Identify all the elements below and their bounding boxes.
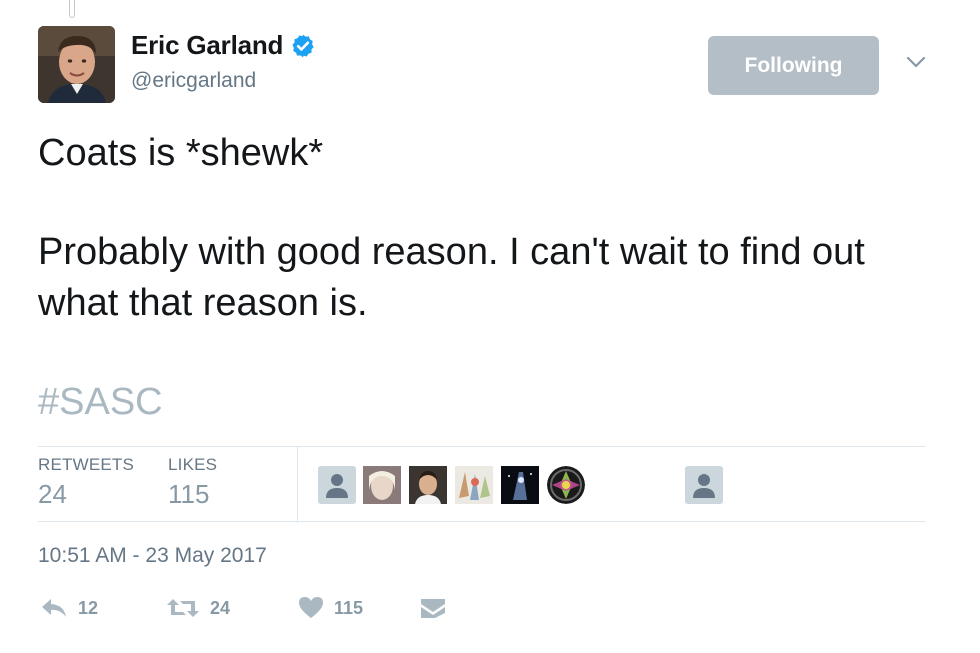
- likes-label: LIKES: [168, 455, 218, 474]
- following-button[interactable]: Following: [708, 36, 879, 95]
- liker-avatar-photo[interactable]: [409, 466, 447, 504]
- author-handle[interactable]: @ericgarland: [131, 69, 256, 93]
- like-count: 115: [334, 597, 364, 618]
- liker-avatar-default[interactable]: [318, 466, 356, 504]
- retweet-action[interactable]: 24: [166, 592, 230, 624]
- verified-badge-icon: [292, 34, 314, 57]
- tweet-text: Coats is *shewk* Probably with good reas…: [38, 128, 938, 329]
- reply-count: 12: [78, 597, 99, 618]
- like-action[interactable]: 115: [298, 592, 363, 624]
- stats-divider: [297, 447, 298, 523]
- author-display-name[interactable]: Eric Garland: [131, 30, 283, 61]
- reply-action[interactable]: 12: [40, 592, 98, 624]
- tweet-paragraph: Coats is *shewk*: [38, 132, 324, 174]
- tweet-paragraph: Probably with good reason. I can't wait …: [38, 231, 865, 324]
- top-edge-marker: [69, 0, 75, 18]
- retweets-stat[interactable]: RETWEETS 24: [38, 455, 134, 510]
- likes-stat[interactable]: LIKES 115: [168, 455, 217, 510]
- heart-icon: [299, 597, 323, 618]
- direct-message-action[interactable]: [420, 592, 446, 624]
- chevron-down-icon[interactable]: [904, 52, 928, 72]
- liker-avatar-photo[interactable]: [455, 466, 493, 504]
- tweet-stats: RETWEETS 24 LIKES 115: [38, 446, 926, 523]
- retweets-label: RETWEETS: [38, 455, 135, 474]
- liker-avatar-photo[interactable]: [501, 466, 539, 504]
- liker-avatar-photo[interactable]: [363, 466, 401, 504]
- author-avatar[interactable]: [38, 26, 115, 103]
- likes-count: 115: [168, 479, 210, 509]
- envelope-icon: [421, 599, 445, 618]
- tweet-timestamp[interactable]: 10:51 AM - 23 May 2017: [38, 544, 267, 568]
- author-name-row[interactable]: Eric Garland: [131, 30, 316, 61]
- liker-avatar-default[interactable]: [685, 466, 723, 504]
- retweet-count: 24: [210, 597, 231, 618]
- retweet-icon: [167, 599, 199, 617]
- reply-icon: [42, 599, 66, 617]
- hashtag-link[interactable]: #SASC: [38, 381, 163, 424]
- liker-avatar-pattern[interactable]: [547, 466, 585, 504]
- retweets-count: 24: [38, 479, 67, 509]
